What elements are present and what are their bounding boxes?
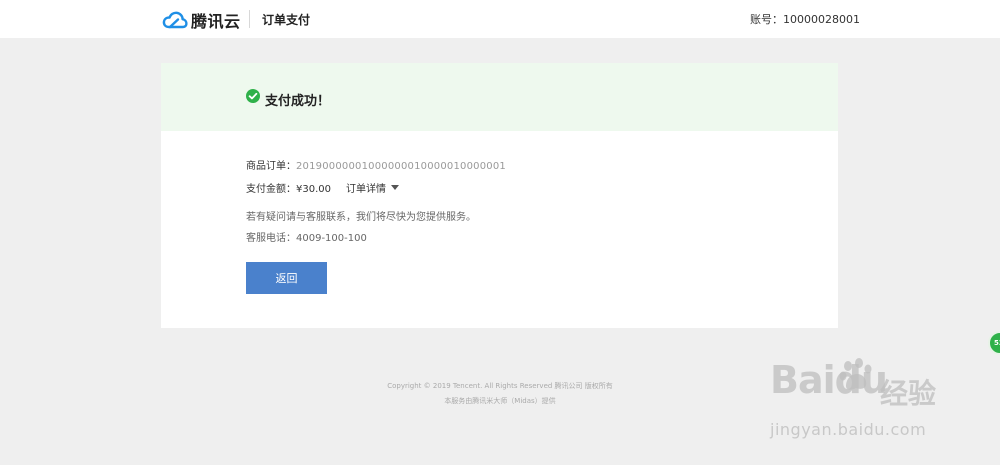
success-title: 支付成功！ <box>265 94 331 109</box>
tencent-cloud-logo[interactable]: 腾讯云 <box>162 8 241 32</box>
payment-result-card: 支付成功！ 商品订单：20190000001000000010000010000… <box>161 63 838 328</box>
order-number: 20190000001000000010000010000001 <box>296 161 506 172</box>
logo-text: 腾讯云 <box>191 12 241 31</box>
watermark-url: jingyan.baidu.com <box>770 420 927 439</box>
paw-icon <box>839 358 872 390</box>
help-text: 若有疑问请与客服联系，我们将尽快为您提供服务。 <box>246 212 476 223</box>
order-detail-label: 订单详情 <box>346 184 386 195</box>
phone-label: 客服电话： <box>246 233 296 244</box>
order-number-row: 商品订单：20190000001000000010000010000001 <box>246 157 506 172</box>
order-detail-toggle[interactable]: 订单详情 <box>346 180 399 195</box>
amount-value: ¥30.00 <box>296 184 331 195</box>
phone-row: 客服电话：4009-100-100 <box>246 229 367 244</box>
baidu-jingyan-watermark: Baidu 经验 jingyan.baidu.com <box>770 358 990 448</box>
phone-value: 4009-100-100 <box>296 233 367 244</box>
order-label: 商品订单： <box>246 161 296 172</box>
account-info: 账号：10000028001 <box>750 11 860 27</box>
amount-row: 支付金额：¥30.00 <box>246 180 331 195</box>
page-title: 订单支付 <box>262 13 311 27</box>
header-divider <box>249 10 250 28</box>
back-button[interactable]: 返回 <box>246 262 327 294</box>
top-bar: 腾讯云 订单支付 账号：10000028001 <box>0 0 1000 38</box>
check-circle-icon <box>246 89 260 103</box>
caret-down-icon <box>391 185 399 190</box>
account-label: 账号： <box>750 13 783 26</box>
amount-label: 支付金额： <box>246 184 296 195</box>
watermark-cn: 经验 <box>880 377 937 410</box>
floating-badge[interactable]: 52 <box>988 331 1000 355</box>
account-value: 10000028001 <box>783 13 860 26</box>
cloud-logo-icon <box>162 11 188 29</box>
success-banner: 支付成功！ <box>161 63 838 131</box>
